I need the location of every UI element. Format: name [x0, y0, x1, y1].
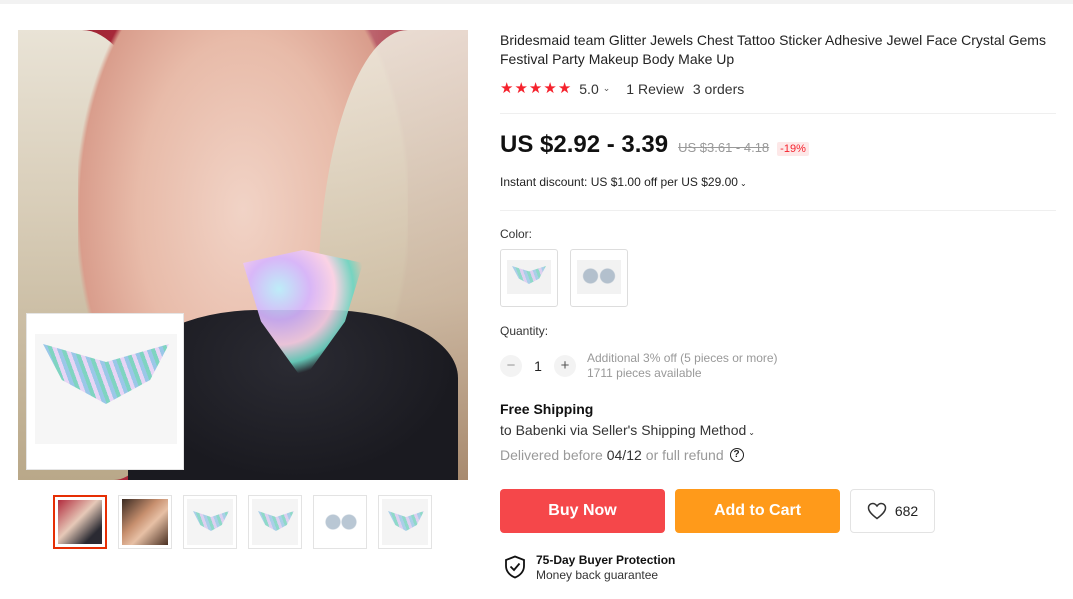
- color-options: [500, 249, 628, 307]
- original-price: US $3.61 - 4.18: [678, 140, 770, 155]
- stock-note: 1711 pieces available: [587, 366, 702, 380]
- chevron-down-icon: ⌄: [748, 428, 755, 437]
- protection-title: 75-Day Buyer Protection: [536, 553, 676, 567]
- quantity-increase-button[interactable]: +: [554, 355, 576, 377]
- color-swatch: [507, 260, 551, 294]
- delivered-date: 04/12: [606, 447, 642, 463]
- star-icon: ★: [514, 80, 528, 97]
- reviews-link[interactable]: 1 Review: [626, 81, 684, 97]
- instant-discount-text: Instant discount: US $1.00 off per US $2…: [500, 175, 738, 189]
- chevron-down-icon: ⌄: [739, 179, 747, 188]
- thumbnail-6[interactable]: [378, 495, 432, 549]
- price-row: US $2.92 - 3.39 US $3.61 - 4.18 -19%: [500, 131, 809, 159]
- delivered-prefix: Delivered before: [500, 447, 603, 463]
- question-icon[interactable]: ?: [729, 448, 744, 462]
- wishlist-button[interactable]: 682: [850, 489, 935, 533]
- delivered-suffix: or full refund: [645, 447, 724, 463]
- rating-value[interactable]: 5.0: [579, 81, 598, 97]
- top-divider: [0, 0, 1073, 4]
- discount-badge: -19%: [777, 142, 809, 156]
- shipping-method-text: to Babenki via Seller's Shipping Method: [500, 422, 747, 438]
- orders-count: 3 orders: [692, 80, 745, 97]
- star-icon: ★: [557, 80, 572, 97]
- color-option-round-gem[interactable]: [570, 249, 628, 307]
- divider: [500, 210, 1056, 211]
- thumbnail-3[interactable]: [183, 495, 237, 549]
- quantity-label: Quantity:: [500, 324, 549, 338]
- quantity-note: Additional 3% off (5 pieces or more) 171…: [587, 351, 778, 381]
- star-icon: ★: [500, 80, 514, 97]
- current-price: US $2.92 - 3.39: [500, 131, 669, 158]
- thumbnail-strip: [53, 495, 432, 549]
- main-product-image[interactable]: [18, 30, 468, 480]
- protection-subtitle: Money back guarantee: [536, 568, 659, 582]
- buy-now-button[interactable]: Buy Now: [500, 489, 665, 533]
- buyer-protection: 75-Day Buyer Protection Money back guara…: [504, 553, 675, 583]
- bulk-discount-note: Additional 3% off (5 pieces or more): [587, 351, 778, 365]
- shipping-method[interactable]: to Babenki via Seller's Shipping Method ⌄: [500, 422, 755, 438]
- thumbnail-1[interactable]: [53, 495, 107, 549]
- heart-icon: [867, 502, 887, 520]
- product-title: Bridesmaid team Glitter Jewels Chest Tat…: [500, 32, 1046, 67]
- wishlist-count: 682: [894, 503, 919, 519]
- color-swatch: [577, 260, 621, 294]
- thumbnail-5[interactable]: [313, 495, 367, 549]
- divider: [500, 113, 1056, 114]
- thumbnail-image: [122, 499, 168, 545]
- shield-check-icon: [505, 555, 525, 579]
- quantity-stepper: − 1 + Additional 3% off (5 pieces or mor…: [500, 351, 778, 381]
- add-to-cart-button[interactable]: Add to Cart: [675, 489, 840, 533]
- quantity-input[interactable]: 1: [522, 358, 554, 374]
- quantity-decrease-button[interactable]: −: [500, 355, 522, 377]
- instant-discount[interactable]: Instant discount: US $1.00 off per US $2…: [500, 175, 747, 189]
- thumbnail-image: [187, 499, 233, 545]
- rating-row: ★ ★ ★ ★ ★ 5.0 ⌄ 1 Review 3 orders: [500, 80, 744, 97]
- thumbnail-image: [382, 499, 428, 545]
- thumbnail-image: [252, 499, 298, 545]
- delivery-estimate: Delivered before 04/12 or full refund ?: [500, 447, 744, 463]
- thumbnail-image: [317, 499, 363, 545]
- color-option-chest-gem[interactable]: [500, 249, 558, 307]
- thumbnail-4[interactable]: [248, 495, 302, 549]
- star-icon: ★: [528, 80, 543, 97]
- color-label: Color:: [500, 227, 533, 241]
- chevron-down-icon[interactable]: ⌄: [603, 83, 611, 94]
- image-inset-sheet: [26, 313, 184, 470]
- shipping-title: Free Shipping: [500, 401, 594, 417]
- thumbnail-2[interactable]: [118, 495, 172, 549]
- star-rating: ★ ★ ★ ★ ★: [500, 80, 571, 97]
- star-icon: ★: [543, 80, 557, 97]
- thumbnail-image: [58, 500, 102, 544]
